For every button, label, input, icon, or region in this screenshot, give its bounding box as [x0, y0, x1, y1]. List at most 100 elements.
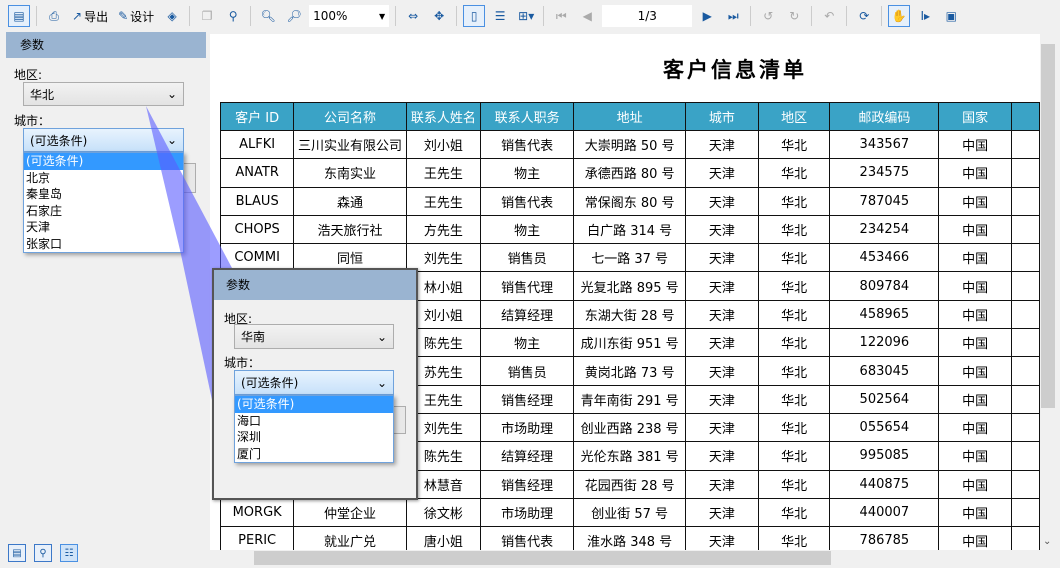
table-cell — [1010, 271, 1040, 301]
table-cell: 683045 — [829, 356, 940, 386]
divider — [881, 6, 883, 26]
table-cell: 122096 — [829, 328, 940, 358]
divider — [543, 6, 545, 26]
region-select[interactable]: 华南 ⌄ — [234, 324, 394, 349]
city-select[interactable]: (可选条件) ⌄ — [234, 370, 394, 395]
last-page-icon[interactable]: ⏭ — [722, 5, 744, 27]
table-cell: 黄岗北路 73 号 — [573, 356, 687, 386]
city-option[interactable]: (可选条件) — [235, 396, 393, 413]
undo-icon[interactable]: ↺ — [757, 5, 779, 27]
city-option[interactable]: 海口 — [235, 413, 393, 430]
city-option[interactable]: 天津 — [24, 219, 183, 236]
page-setup-icon[interactable]: ▤ — [8, 5, 30, 27]
scroll-down-icon[interactable]: ⌄ — [1043, 536, 1051, 547]
prev-page-icon[interactable]: ◀ — [576, 5, 598, 27]
column-header: 城市 — [685, 102, 759, 131]
first-page-icon[interactable]: ⏮ — [550, 5, 572, 27]
table-cell — [1010, 497, 1040, 528]
table-cell: 七一路 37 号 — [573, 243, 687, 273]
table-cell: 中国 — [938, 158, 1012, 188]
zoom-select[interactable]: 100% ▼ — [309, 5, 390, 27]
table-cell: 中国 — [938, 412, 1012, 443]
table-cell: 华北 — [757, 158, 831, 188]
table-cell: 天津 — [685, 328, 759, 358]
table-cell: 方先生 — [405, 214, 482, 245]
table-cell: 物主 — [480, 328, 575, 358]
table-cell: 440007 — [829, 497, 940, 528]
table-cell: 453466 — [829, 243, 940, 273]
city-select[interactable]: (可选条件) ⌄ — [23, 128, 184, 152]
table-cell — [1010, 356, 1040, 386]
text-select-icon[interactable]: I▸ — [914, 5, 936, 27]
fit-width-icon[interactable]: ⇔ — [402, 5, 424, 27]
table-cell: 物主 — [480, 158, 575, 188]
zoom-in-icon[interactable]: 🔍︎ — [257, 5, 279, 27]
table-cell: 物主 — [480, 214, 575, 245]
multi-page-icon[interactable]: ⊞▾ — [515, 5, 537, 27]
redo-icon[interactable]: ↻ — [783, 5, 805, 27]
table-cell: BLAUS — [219, 186, 295, 216]
table-cell: 华北 — [757, 469, 831, 499]
city-option[interactable]: 北京 — [24, 170, 183, 187]
table-cell: 234254 — [829, 214, 940, 245]
table-cell: 就业广兑 — [293, 526, 407, 550]
parameters-tab-icon[interactable]: ▤ — [8, 544, 26, 562]
table-cell: 天津 — [685, 526, 759, 550]
find-icon[interactable]: ⚲ — [222, 5, 244, 27]
city-label: 城市： — [14, 114, 51, 128]
print-icon[interactable]: ⎙ — [43, 5, 65, 27]
city-option[interactable]: 厦门 — [235, 446, 393, 463]
city-option[interactable]: 张家口 — [24, 236, 183, 253]
chevron-down-icon: ⌄ — [166, 133, 177, 147]
table-cell: 青年南街 291 号 — [573, 384, 687, 414]
toolbar: ▤ ⎙ ↗ 导出 ✎ 设计 ◈ ❐ ⚲ 🔍︎ 🔎︎ 100% ▼ ⇔ ✥ ▯ ☰ ⊞▾… — [0, 0, 1060, 32]
eraser-icon[interactable]: ◈ — [161, 5, 183, 27]
table-row: ALFKI 三川实业有限公司 刘小姐 销售代表 大崇明路 50 号天津 华北 343567 中… — [219, 129, 1040, 160]
city-option[interactable]: 秦皇岛 — [24, 186, 183, 203]
divider — [250, 6, 252, 26]
refresh-icon[interactable]: ⟳ — [853, 5, 875, 27]
divider — [750, 6, 752, 26]
city-option[interactable]: (可选条件) — [24, 153, 183, 170]
vertical-scroll-thumb[interactable] — [1041, 44, 1055, 408]
city-dropdown-list: (可选条件) 海口 深圳 厦门 — [234, 395, 394, 463]
table-cell: 809784 — [829, 271, 940, 301]
fit-page-icon[interactable]: ✥ — [428, 5, 450, 27]
table-cell: 中国 — [938, 441, 1012, 471]
find-tab-icon[interactable]: ⚲ — [34, 544, 52, 562]
table-cell: 销售员 — [480, 243, 575, 273]
table-cell: 华北 — [757, 129, 831, 160]
city-option[interactable]: 深圳 — [235, 429, 393, 446]
page-indicator[interactable]: 1/3 — [602, 5, 693, 27]
continuous-page-icon[interactable]: ☰ — [489, 5, 511, 27]
table-cell: 销售代表 — [480, 129, 575, 160]
back-icon[interactable]: ↶ — [818, 5, 840, 27]
panel-tabs: ▤ ⚲ ☷ — [8, 544, 78, 562]
horizontal-scroll-thumb[interactable] — [254, 551, 831, 565]
table-cell: 234575 — [829, 158, 940, 188]
table-cell: 结算经理 — [480, 441, 575, 471]
divider — [846, 6, 848, 26]
design-button[interactable]: ✎ 设计 — [115, 5, 157, 27]
zoom-out-icon[interactable]: 🔎︎ — [283, 5, 305, 27]
table-cell: 东湖大街 28 号 — [573, 299, 687, 330]
next-page-icon[interactable]: ▶ — [696, 5, 718, 27]
single-page-icon[interactable]: ▯ — [463, 5, 486, 27]
table-cell: 中国 — [938, 299, 1012, 330]
hand-tool-icon[interactable]: ✋ — [888, 5, 911, 27]
snapshot-icon[interactable]: ▣ — [940, 5, 962, 27]
table-cell: 天津 — [685, 441, 759, 471]
export-button[interactable]: ↗ 导出 — [69, 5, 111, 27]
divider — [395, 6, 397, 26]
table-cell: 王先生 — [405, 158, 482, 188]
table-cell — [1010, 158, 1040, 188]
city-option[interactable]: 石家庄 — [24, 203, 183, 220]
region-select[interactable]: 华北 ⌄ — [23, 82, 184, 106]
outline-tab-icon[interactable]: ☷ — [60, 544, 78, 562]
table-cell: 华北 — [757, 186, 831, 216]
table-cell — [1010, 412, 1040, 443]
table-cell: 华北 — [757, 356, 831, 386]
table-cell: 440875 — [829, 469, 940, 499]
copy-icon[interactable]: ❐ — [196, 5, 218, 27]
table-cell: 343567 — [829, 129, 940, 160]
